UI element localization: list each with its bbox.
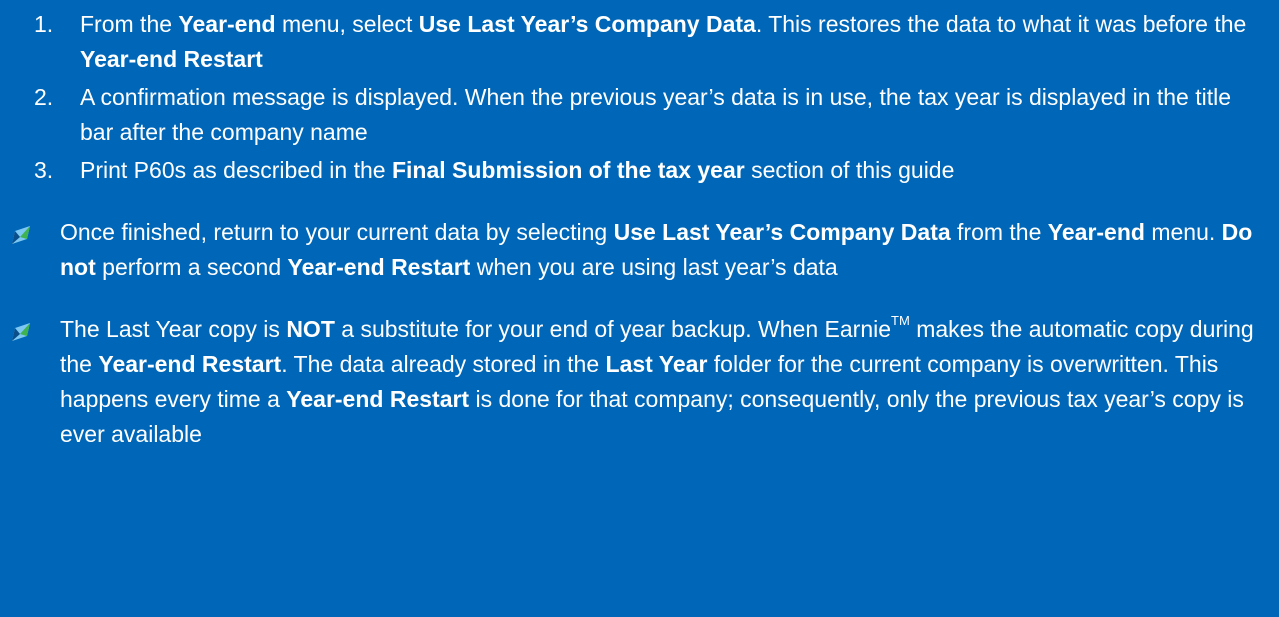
step-text: section of this guide — [744, 157, 955, 183]
step-text: Print P60s as described in the — [80, 157, 392, 183]
steps-list: 1. From the Year-end menu, select Use La… — [0, 7, 1279, 188]
menu-command: Use Last Year’s Company Data — [613, 219, 951, 245]
note-paragraph: Once finished, return to your current da… — [0, 215, 1279, 285]
process-name: Year-end Restart — [80, 46, 263, 72]
step-text: A confirmation message is displayed. Whe… — [80, 84, 1232, 145]
note-text: perform a second — [95, 254, 288, 280]
process-name: Year-end Restart — [98, 351, 282, 377]
menu-command: Use Last Year’s Company Data — [418, 11, 756, 37]
note-icon — [12, 226, 30, 244]
note-paragraph: The Last Year copy is NOT a substitute f… — [0, 312, 1279, 452]
trademark-mark: TM — [891, 313, 910, 329]
step-number: 2. — [34, 84, 54, 110]
note-text: from the — [950, 219, 1048, 245]
note-text: The Last Year copy is — [60, 316, 287, 342]
note-text: . The data already stored in the — [281, 351, 606, 377]
process-name: Year-end Restart — [286, 386, 470, 412]
note-text: Once finished, return to your current da… — [60, 219, 614, 245]
note-text: menu. — [1144, 219, 1222, 245]
note-text: when you are using last year’s data — [470, 254, 838, 280]
step-text: . This restores the data to what it was … — [755, 11, 1247, 37]
step-item: 3. Print P60s as described in the Final … — [0, 153, 1279, 188]
document-page: 1. From the Year-end menu, select Use La… — [0, 0, 1279, 617]
step-number: 3. — [34, 157, 54, 183]
step-text: From the — [80, 11, 179, 37]
note-text: a substitute for your end of year backup… — [334, 316, 892, 342]
process-name: Year-end Restart — [287, 254, 471, 280]
step-number: 1. — [34, 11, 54, 37]
menu-name: Year-end — [178, 11, 276, 37]
warning-text: NOT — [286, 316, 335, 342]
section-name: Final Submission of the tax year — [391, 157, 745, 183]
folder-name: Last Year — [605, 351, 708, 377]
step-item: 1. From the Year-end menu, select Use La… — [0, 7, 1279, 77]
step-text: menu, select — [275, 11, 419, 37]
menu-name: Year-end — [1047, 219, 1145, 245]
note-icon — [12, 323, 30, 341]
step-item: 2. A confirmation message is displayed. … — [0, 80, 1279, 150]
